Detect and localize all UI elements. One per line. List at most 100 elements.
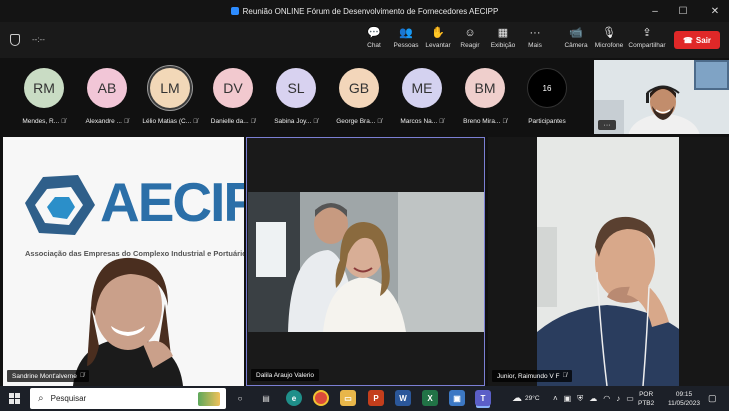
participant-tile[interactable]: GB George Bra... 🎙̸ (328, 64, 390, 128)
view-icon: ▦ (497, 27, 509, 39)
participant-tile[interactable]: SL Sabina Joy... 🎙̸ (265, 64, 327, 128)
search-icon: ⌕ (38, 393, 44, 404)
notification-icon[interactable]: ▢ (708, 386, 717, 411)
volume-icon: ♪ (616, 394, 621, 403)
participant-tile[interactable]: ME Marcos Na... 🎙̸ (391, 64, 453, 128)
participant-name: George Bra... (336, 118, 376, 125)
video-grid: AECIPP Associação das Empresas do Comple… (0, 134, 729, 386)
hang-up-icon: ☎ (682, 35, 693, 45)
onedrive-icon: ☁ (589, 394, 598, 403)
clock-date: 11/05/2023 (667, 399, 701, 407)
more-button[interactable]: ··· Mais (517, 26, 553, 56)
outlook-icon[interactable]: ▣ (449, 390, 465, 406)
windows-start-button[interactable] (9, 393, 20, 404)
mic-off-icon: 🎙̸ (439, 118, 444, 125)
chat-icon: 💬 (367, 27, 381, 39)
close-button[interactable]: ✕ (701, 0, 729, 22)
mic-off-icon: 🎙̸ (250, 118, 256, 125)
chrome-icon[interactable] (313, 390, 329, 406)
participant-name: Alexandre ... (85, 118, 123, 125)
search-highlight-icon (198, 391, 220, 406)
task-view-icon[interactable]: ○ (232, 390, 248, 406)
video-tile[interactable]: Junior, Raimundo V F 🎙̸ (488, 137, 729, 386)
self-view-more-button[interactable]: ··· (598, 120, 616, 130)
react-button[interactable]: ☺ Reagir (452, 26, 488, 56)
taskbar-search-box[interactable]: ⌕ Pesquisar (30, 388, 226, 409)
people-button[interactable]: 👥 Pessoas (388, 26, 424, 56)
microphone-button[interactable]: 🎙 Microfone (591, 26, 627, 56)
teams-meeting-window: Reunião ONLINE Fórum de Desenvolvimento … (0, 0, 729, 411)
avatar: GB (339, 68, 379, 108)
teams-icon[interactable]: T (475, 390, 491, 406)
window-title: Reunião ONLINE Fórum de Desenvolvimento … (242, 6, 499, 16)
mic-off-icon: 🎙̸ (502, 118, 507, 125)
participant-tile[interactable]: AB Alexandre ... 🎙̸ (76, 64, 138, 128)
file-explorer-icon[interactable]: ▭ (340, 390, 356, 406)
avatar: RM (24, 68, 64, 108)
minimize-button[interactable]: – (641, 0, 669, 22)
word-icon[interactable]: W (395, 390, 411, 406)
video-name-label: Sandrine Mont'alverne 🎙̸ (7, 370, 90, 382)
app-icon (230, 7, 239, 15)
chevron-up-icon: ˄ (553, 394, 558, 403)
react-icon: ☺ (464, 27, 476, 39)
microphone-icon: 🎙 (602, 27, 616, 39)
video-tile-active-speaker[interactable]: Dalila Araujo Valerio (246, 137, 485, 386)
teams-tray-icon: ▣ (563, 394, 572, 403)
camera-button[interactable]: 📹 Câmera (558, 26, 594, 56)
excel-icon[interactable]: X (422, 390, 438, 406)
weather-widget[interactable]: ☁ 29°C (512, 386, 540, 411)
self-view-video[interactable]: ··· (594, 60, 729, 134)
powerpoint-icon[interactable]: P (368, 390, 384, 406)
participant-tile[interactable]: RM Mendes, R... 🎙̸ (13, 64, 75, 128)
meeting-toolbar: --:-- 💬 Chat 👥 Pessoas ✋ Levantar ☺ Reag… (0, 22, 729, 58)
participants-overflow[interactable]: 16 Participantes (516, 64, 578, 128)
raise-hand-button[interactable]: ✋ Levantar (420, 26, 456, 56)
title-bar: Reunião ONLINE Fórum de Desenvolvimento … (0, 0, 729, 22)
avatar: LM (150, 68, 190, 108)
avatar: ME (402, 68, 442, 108)
clock[interactable]: 09:15 11/05/2023 (662, 386, 706, 411)
presenter-video-image (73, 257, 183, 386)
share-button[interactable]: ⇪ Compartilhar (628, 26, 665, 56)
mic-off-icon: 🎙̸ (313, 118, 318, 125)
participant-tile-active-speaker[interactable]: LM Lélio Matias (C... 🎙̸ (139, 64, 201, 128)
mic-off-icon: 🎙̸ (61, 118, 66, 125)
participant-name: Mendes, R... (22, 118, 60, 125)
avatar: AB (87, 68, 127, 108)
people-icon: 👥 (399, 27, 413, 39)
participant-strip: RM Mendes, R... 🎙̸ AB Alexandre ... 🎙̸ LM … (0, 58, 729, 134)
view-button[interactable]: ▦ Exibição (485, 26, 521, 56)
defender-icon: ⛨ (577, 393, 584, 403)
participant-name: Breno Mira... (463, 118, 501, 125)
video-name-label: Dalila Araujo Valerio (251, 369, 320, 381)
edge-icon[interactable]: e (286, 390, 302, 406)
camera-icon: 📹 (569, 27, 583, 39)
search-placeholder: Pesquisar (50, 394, 87, 403)
mic-off-icon: 🎙̸ (193, 118, 198, 125)
input-language[interactable]: POR PTB2 (638, 386, 654, 411)
participant-tile[interactable]: BM Breno Mira... 🎙̸ (454, 64, 516, 128)
more-icon: ··· (529, 27, 541, 39)
mic-off-icon: 🎙̸ (124, 118, 129, 125)
system-tray-icons[interactable]: ˄ ▣ ⛨ ☁ ◠ ♪ ▭ (553, 386, 634, 411)
participant-video-image (537, 137, 679, 386)
slide-logo-text: AECIPP (100, 171, 244, 233)
avatar: SL (276, 68, 316, 108)
video-tile[interactable]: AECIPP Associação das Empresas do Comple… (3, 137, 244, 386)
battery-icon: ▭ (626, 394, 634, 403)
leave-button[interactable]: ☎ Sair (674, 31, 720, 49)
chat-button[interactable]: 💬 Chat (356, 26, 392, 56)
avatar: BM (465, 68, 505, 108)
windows-taskbar: ⌕ Pesquisar ○ ▤ e ▭ P W X ▣ T ☁ 29°C ˄ ▣… (0, 386, 729, 411)
mic-off-icon: 🎙̸ (562, 373, 568, 379)
clock-time: 09:15 (675, 390, 693, 398)
maximize-button[interactable]: ☐ (669, 0, 697, 22)
widgets-icon[interactable]: ▤ (258, 390, 274, 406)
meeting-timer: --:-- (32, 35, 45, 44)
participant-name: Sabina Joy... (274, 118, 312, 125)
raise-hand-icon: ✋ (431, 27, 445, 39)
participant-tile[interactable]: DV Danielle da... 🎙̸ (202, 64, 264, 128)
wifi-icon: ◠ (603, 394, 611, 403)
mic-off-icon: 🎙̸ (377, 118, 382, 125)
